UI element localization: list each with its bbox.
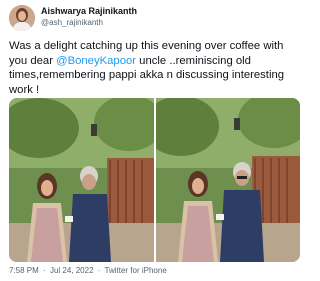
- tweet-text: Was a delight catching up this evening o…: [9, 39, 301, 97]
- tweet-source[interactable]: Twitter for iPhone: [105, 266, 167, 275]
- tweet-time[interactable]: 7:58 PM: [9, 266, 39, 275]
- author-name[interactable]: Aishwarya Rajinikanth: [41, 6, 137, 16]
- tweet-meta: 7:58 PM · Jul 24, 2022 · Twitter for iPh…: [9, 266, 169, 275]
- tweet-date[interactable]: Jul 24, 2022: [50, 266, 94, 275]
- tweet-photo-2[interactable]: [155, 98, 300, 262]
- tweet-media: [9, 98, 300, 262]
- meta-separator: ·: [97, 266, 101, 275]
- tweet-card: Aishwarya Rajinikanth @ash_rajinikanth W…: [0, 0, 306, 281]
- author-handle[interactable]: @ash_rajinikanth: [41, 18, 103, 27]
- mention-link[interactable]: @BoneyKapoor: [56, 55, 136, 67]
- tweet-photo-1[interactable]: [9, 98, 154, 262]
- author-avatar[interactable]: [9, 5, 35, 31]
- meta-separator: ·: [43, 266, 46, 275]
